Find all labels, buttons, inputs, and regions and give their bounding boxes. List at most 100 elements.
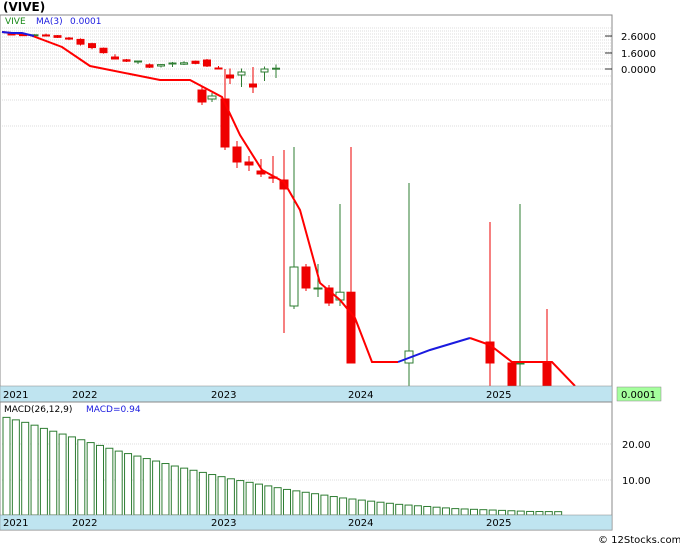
macd-y-tick: 10.00 [622, 476, 651, 487]
macd-bar [357, 499, 366, 516]
candle-body [134, 60, 142, 63]
candle-body [53, 35, 62, 38]
candle-body [232, 146, 242, 163]
chart-canvas: (VIVE) VIVE MA(3) 0.0001 2.6000 1.6000 0… [0, 0, 680, 546]
macd-bar [516, 510, 525, 516]
legend-symbol: VIVE [5, 17, 26, 27]
macd-x-tick: 2023 [211, 518, 236, 529]
macd-bar [488, 509, 497, 516]
macd-bar [58, 433, 67, 516]
macd-bar [161, 463, 170, 516]
candle-body [99, 47, 108, 54]
watermark: © 12Stocks.com [598, 535, 680, 546]
candle-body [145, 64, 154, 68]
macd-bar [67, 436, 76, 516]
macd-bar [208, 474, 217, 516]
price-x-tick: 2024 [348, 390, 373, 401]
candle-body [207, 95, 217, 100]
macd-bar [273, 487, 282, 516]
chart-title: (VIVE) [3, 0, 45, 14]
candle-body [515, 362, 525, 365]
candle-body [88, 43, 96, 49]
macd-bar [283, 488, 291, 516]
macd-x-tick: 2024 [348, 518, 373, 529]
candle-body [237, 71, 246, 76]
candle-body [197, 89, 207, 103]
price-x-tick: 2021 [3, 390, 28, 401]
candle-body [346, 291, 356, 364]
macd-bar [479, 509, 488, 516]
candle-body [313, 287, 323, 290]
macd-bar [133, 455, 142, 516]
macd-bar [311, 493, 320, 516]
macd-x-tick: 2025 [486, 518, 511, 529]
macd-bar [413, 505, 422, 516]
macd-bar [507, 510, 516, 516]
price-y-tick: 0.0000 [621, 65, 656, 76]
macd-bar [226, 478, 235, 516]
macd-bar [348, 498, 357, 516]
candle-body [214, 67, 223, 70]
macd-bar [30, 424, 39, 516]
last-price-label: 0.0001 [621, 390, 656, 401]
macd-bar [441, 507, 450, 516]
macd-bar [39, 427, 48, 516]
legend-ma-value: 0.0001 [70, 17, 102, 27]
macd-x-tick: 2021 [3, 518, 28, 529]
macd-x-tick: 2022 [72, 518, 97, 529]
candle-body [180, 62, 188, 65]
macd-bar [329, 496, 338, 516]
macd-bar [451, 508, 460, 516]
macd-bar [170, 465, 179, 516]
macd-bar [544, 511, 553, 516]
macd-bar [245, 481, 254, 516]
macd-bar [105, 447, 114, 516]
price-y-tick: 2.6000 [621, 32, 656, 43]
macd-bar [124, 453, 133, 516]
macd-y-tick: 20.00 [622, 440, 651, 451]
macd-bar [264, 485, 273, 516]
macd-bar [339, 497, 348, 516]
candle-body [260, 68, 269, 73]
macd-bar [152, 460, 161, 516]
macd-bar [526, 510, 535, 516]
macd-bar [404, 504, 413, 516]
macd-bar [254, 483, 263, 516]
price-x-tick: 2025 [486, 390, 511, 401]
macd-bar [423, 505, 432, 516]
macd-bar [554, 511, 563, 516]
macd-bar [86, 442, 95, 516]
candle-body [111, 56, 119, 60]
macd-bar [198, 471, 207, 516]
macd-bar [180, 467, 189, 516]
macd-bar [470, 508, 478, 516]
candle-body [203, 59, 211, 67]
macd-bar [142, 458, 151, 516]
macd-bar [367, 500, 376, 516]
macd-bar [11, 419, 20, 516]
legend-ma-label: MA(3) [36, 17, 63, 27]
macd-bar [77, 439, 86, 516]
macd-legend-value: MACD=0.94 [86, 405, 141, 415]
candle-body [157, 64, 165, 67]
candle-body [122, 59, 131, 62]
macd-bar [292, 490, 301, 516]
macd-bar [320, 494, 329, 516]
candle-body [220, 98, 230, 148]
macd-bar [376, 501, 385, 516]
candle-body [301, 266, 311, 289]
candle-body [76, 38, 85, 45]
macd-bar [217, 476, 226, 516]
macd-bar [432, 506, 441, 516]
candle-body [65, 37, 73, 40]
candle-body [272, 67, 280, 70]
macd-legend-label: MACD(26,12,9) [4, 405, 72, 415]
candle-body [226, 74, 234, 79]
candle-body [244, 161, 254, 166]
price-x-tick: 2022 [72, 390, 97, 401]
candle-body [507, 362, 517, 388]
macd-bar [96, 444, 104, 516]
macd-bar [21, 421, 30, 516]
candle-body [542, 362, 552, 388]
macd-bar [189, 469, 198, 516]
